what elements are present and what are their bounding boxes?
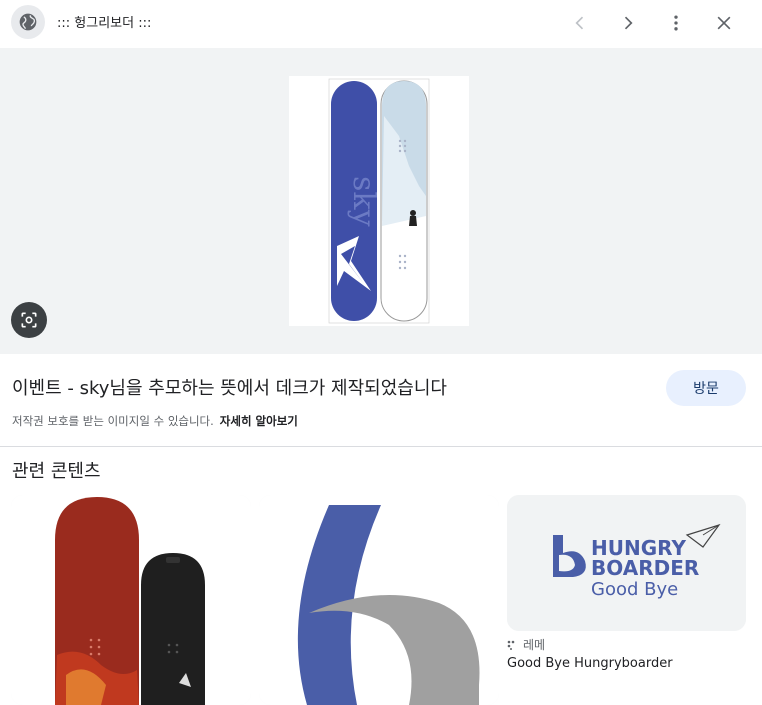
logo-text-goodbye: Good Bye <box>591 579 678 600</box>
site-title[interactable]: ::: 헝그리보더 ::: <box>57 12 151 31</box>
image-preview-area: sky <box>0 48 762 354</box>
copyright-text: 저작권 보호를 받는 이미지일 수 있습니다. <box>12 414 214 428</box>
source-favicon-icon <box>507 640 515 650</box>
related-card-1[interactable] <box>11 495 251 705</box>
top-bar: ::: 헝그리보더 ::: <box>0 0 762 47</box>
lens-icon[interactable] <box>11 302 47 338</box>
logo-text-boarder: BOARDER <box>591 556 699 580</box>
more-vert-icon[interactable] <box>660 7 692 39</box>
visit-button[interactable]: 방문 <box>666 370 746 406</box>
related-heading: 관련 콘텐츠 <box>12 461 101 482</box>
chevron-left-icon[interactable] <box>564 7 596 39</box>
board-brand-text: sky <box>346 176 381 227</box>
image-title: 이벤트 - sky님을 추모하는 뜻에서 데크가 제작되었습니다 <box>12 378 447 399</box>
preview-image[interactable]: sky <box>289 76 469 326</box>
chevron-right-icon[interactable] <box>612 7 644 39</box>
divider <box>0 446 762 447</box>
related-card-3[interactable]: HUNGRY BOARDER Good Bye <box>507 495 746 631</box>
card3-title[interactable]: Good Bye Hungryboarder <box>507 656 673 671</box>
copyright-notice: 저작권 보호를 받는 이미지일 수 있습니다. 자세히 알아보기 <box>12 413 298 429</box>
close-icon[interactable] <box>708 7 740 39</box>
card3-source[interactable]: 레메 <box>507 636 545 653</box>
globe-icon <box>11 5 45 39</box>
card3-source-name: 레메 <box>523 638 546 652</box>
related-card-2[interactable] <box>259 495 499 705</box>
learn-more-link[interactable]: 자세히 알아보기 <box>220 414 298 428</box>
